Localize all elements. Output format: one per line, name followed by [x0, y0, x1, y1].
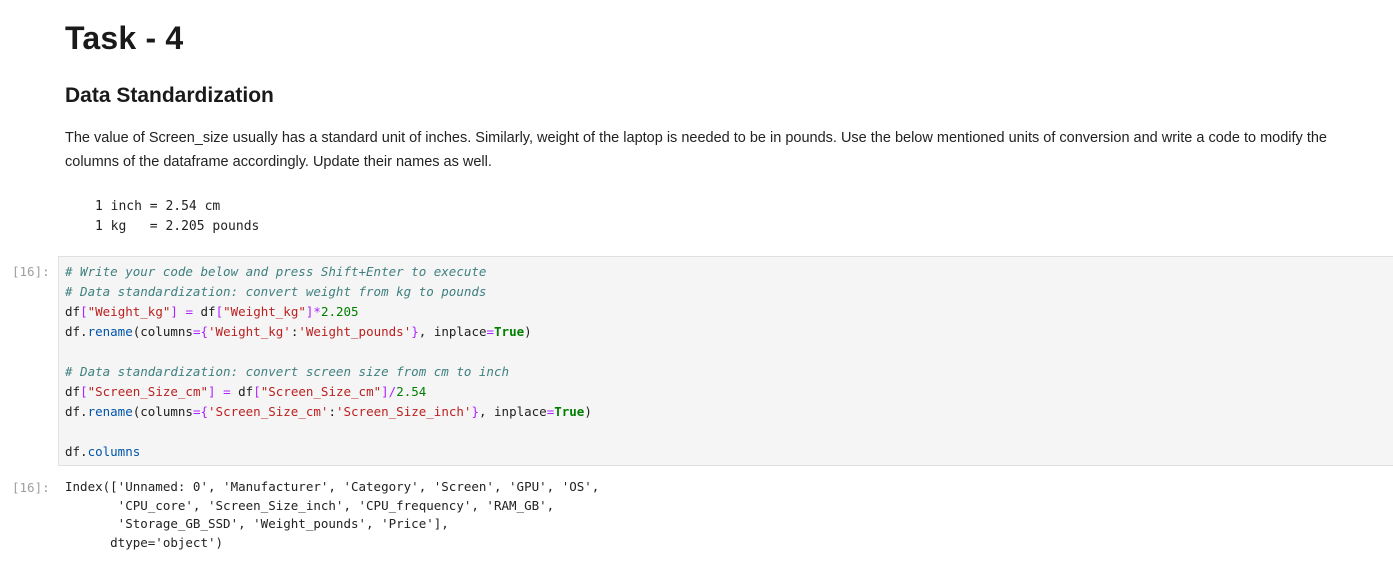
input-prompt: [16]:: [12, 264, 50, 279]
code-line: df["Weight_kg"] = df["Weight_kg"]*2.205: [65, 304, 359, 319]
section-subtitle: Data Standardization: [65, 84, 274, 107]
code-line: df.columns: [65, 444, 141, 459]
task-description: The value of Screen_size usually has a s…: [65, 130, 1327, 170]
code-editor[interactable]: # Write your code below and press Shift+…: [65, 262, 592, 462]
code-line: # Data standardization: convert weight f…: [65, 284, 487, 299]
code-line: df["Screen_Size_cm"] = df["Screen_Size_c…: [65, 384, 427, 399]
task-title: Task - 4: [65, 20, 184, 56]
output-line: 'CPU_core', 'Screen_Size_inch', 'CPU_fre…: [65, 497, 555, 513]
unit-line: 1 kg = 2.205 pounds: [95, 219, 260, 234]
unit-conversion-block: 1 inch = 2.54 cm 1 kg = 2.205 pounds: [95, 197, 259, 237]
unit-line: 1 inch = 2.54 cm: [95, 199, 221, 214]
code-line: df.rename(columns={'Screen_Size_cm':'Scr…: [65, 404, 592, 419]
output-line: 'Storage_GB_SSD', 'Weight_pounds', 'Pric…: [65, 516, 449, 531]
code-line: # Write your code below and press Shift+…: [65, 264, 487, 279]
output-line: dtype='object'): [65, 534, 224, 550]
code-line: # Data standardization: convert screen s…: [65, 364, 510, 379]
code-line: df.rename(columns={'Weight_kg':'Weight_p…: [65, 324, 532, 339]
output-line: Index(['Unnamed: 0', 'Manufacturer', 'Ca…: [65, 479, 600, 494]
output-prompt: [16]:: [12, 480, 50, 495]
cell-output: Index(['Unnamed: 0', 'Manufacturer', 'Ca…: [65, 478, 599, 552]
